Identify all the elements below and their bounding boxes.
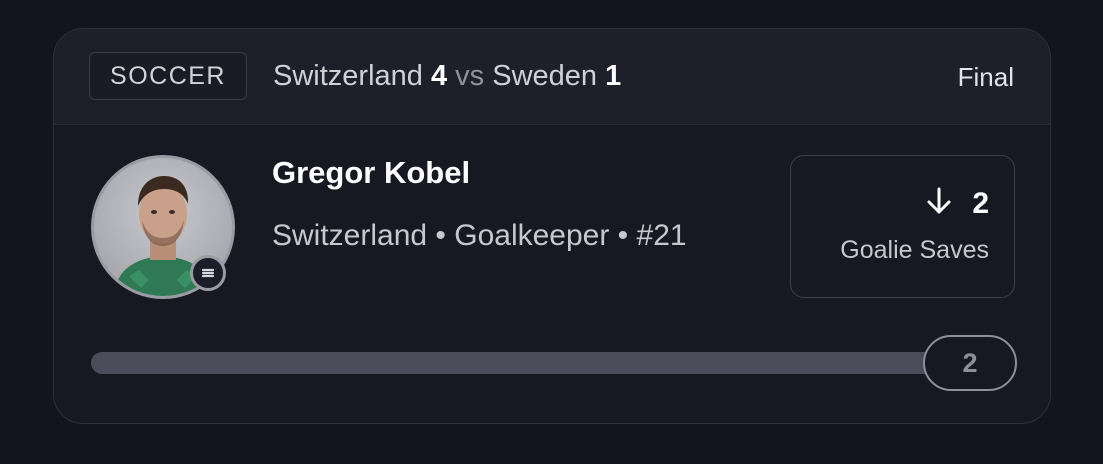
- player-details: Switzerland • Goalkeeper • #21: [272, 219, 687, 252]
- sport-badge: SOCCER: [89, 52, 247, 100]
- stat-box[interactable]: 2 Goalie Saves: [790, 155, 1015, 298]
- game-header: SOCCER Switzerland 4 vs Sweden 1 Final: [54, 29, 1050, 125]
- away-team-score: 1: [605, 60, 622, 92]
- stat-value: 2: [972, 186, 989, 220]
- game-matchup: Switzerland 4 vs Sweden 1: [273, 58, 621, 94]
- home-team-name: Switzerland: [273, 60, 423, 92]
- player-prop-card[interactable]: SOCCER Switzerland 4 vs Sweden 1 Final G: [53, 28, 1051, 424]
- player-name: Gregor Kobel: [272, 155, 471, 190]
- away-team-name: Sweden: [492, 60, 598, 92]
- progress-fill: [91, 352, 961, 374]
- progress-target-marker: 2: [923, 335, 1017, 391]
- progress-bar: [91, 352, 961, 374]
- versus-label: vs: [455, 60, 485, 92]
- game-status: Final: [957, 62, 1014, 92]
- stat-line: 2: [926, 186, 989, 221]
- menu-circle-icon[interactable]: [190, 255, 226, 291]
- stat-label: Goalie Saves: [840, 236, 989, 264]
- home-team-score: 4: [430, 60, 448, 92]
- arrow-down-icon: [926, 186, 952, 221]
